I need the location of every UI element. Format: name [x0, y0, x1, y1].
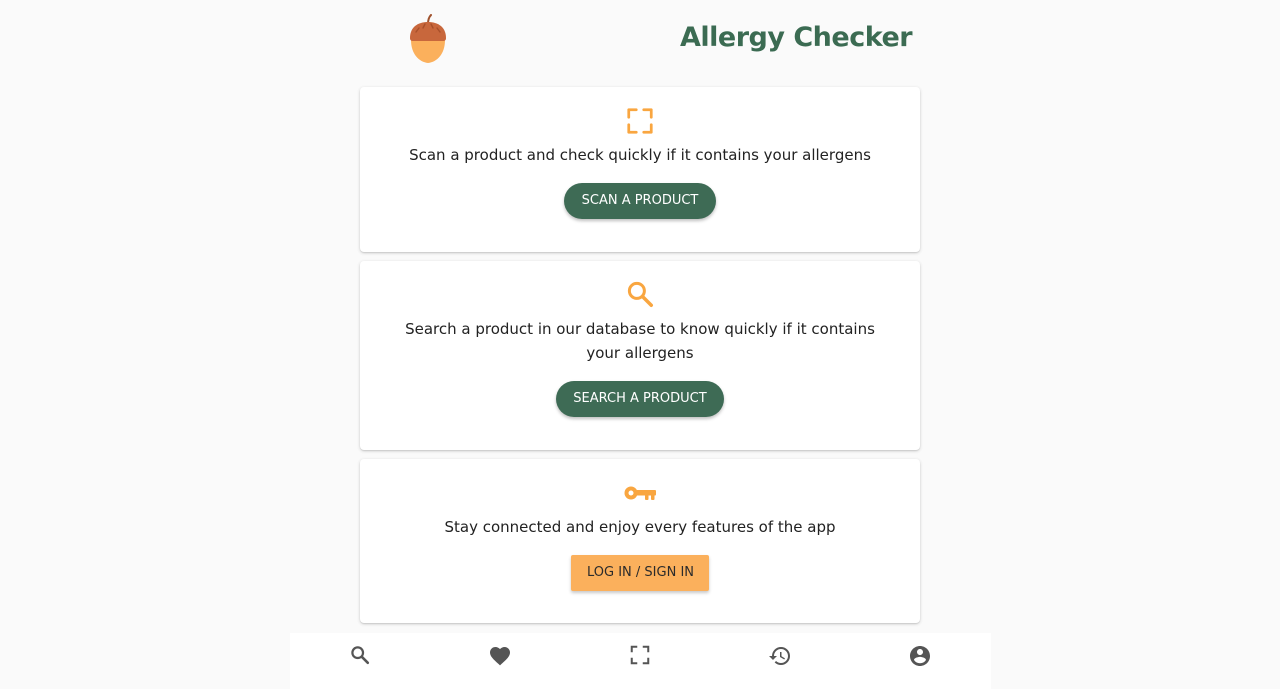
login-card: Stay connected and enjoy every features … — [360, 459, 920, 623]
login-description: Stay connected and enjoy every features … — [444, 518, 836, 536]
login-signin-button[interactable]: LOG IN / SIGN IN — [571, 555, 709, 591]
scan-frame-icon — [627, 108, 653, 134]
heart-icon — [490, 647, 510, 666]
acorn-icon — [410, 14, 446, 63]
nav-account[interactable] — [850, 633, 990, 689]
account-circle-icon — [910, 646, 930, 666]
nav-search[interactable] — [290, 633, 430, 689]
history-icon — [769, 647, 790, 665]
nav-favorites[interactable] — [430, 633, 570, 689]
search-icon — [627, 281, 653, 307]
nav-history[interactable] — [710, 633, 850, 689]
key-icon — [624, 486, 656, 500]
nav-scan[interactable] — [570, 633, 710, 689]
search-card: Search a product in our database to know… — [360, 261, 920, 450]
scan-description: Scan a product and check quickly if it c… — [409, 146, 871, 164]
search-product-button[interactable]: SEARCH A PRODUCT — [556, 381, 724, 417]
bottom-navigation — [290, 633, 991, 689]
scan-product-button[interactable]: SCAN A PRODUCT — [564, 183, 716, 219]
app-title: Allergy Checker — [680, 22, 913, 53]
scan-card: Scan a product and check quickly if it c… — [360, 87, 920, 252]
search-description: Search a product in our database to know… — [405, 320, 875, 362]
search-icon — [351, 646, 370, 665]
scan-frame-icon — [630, 645, 650, 665]
app-header: Allergy Checker — [0, 0, 1280, 80]
